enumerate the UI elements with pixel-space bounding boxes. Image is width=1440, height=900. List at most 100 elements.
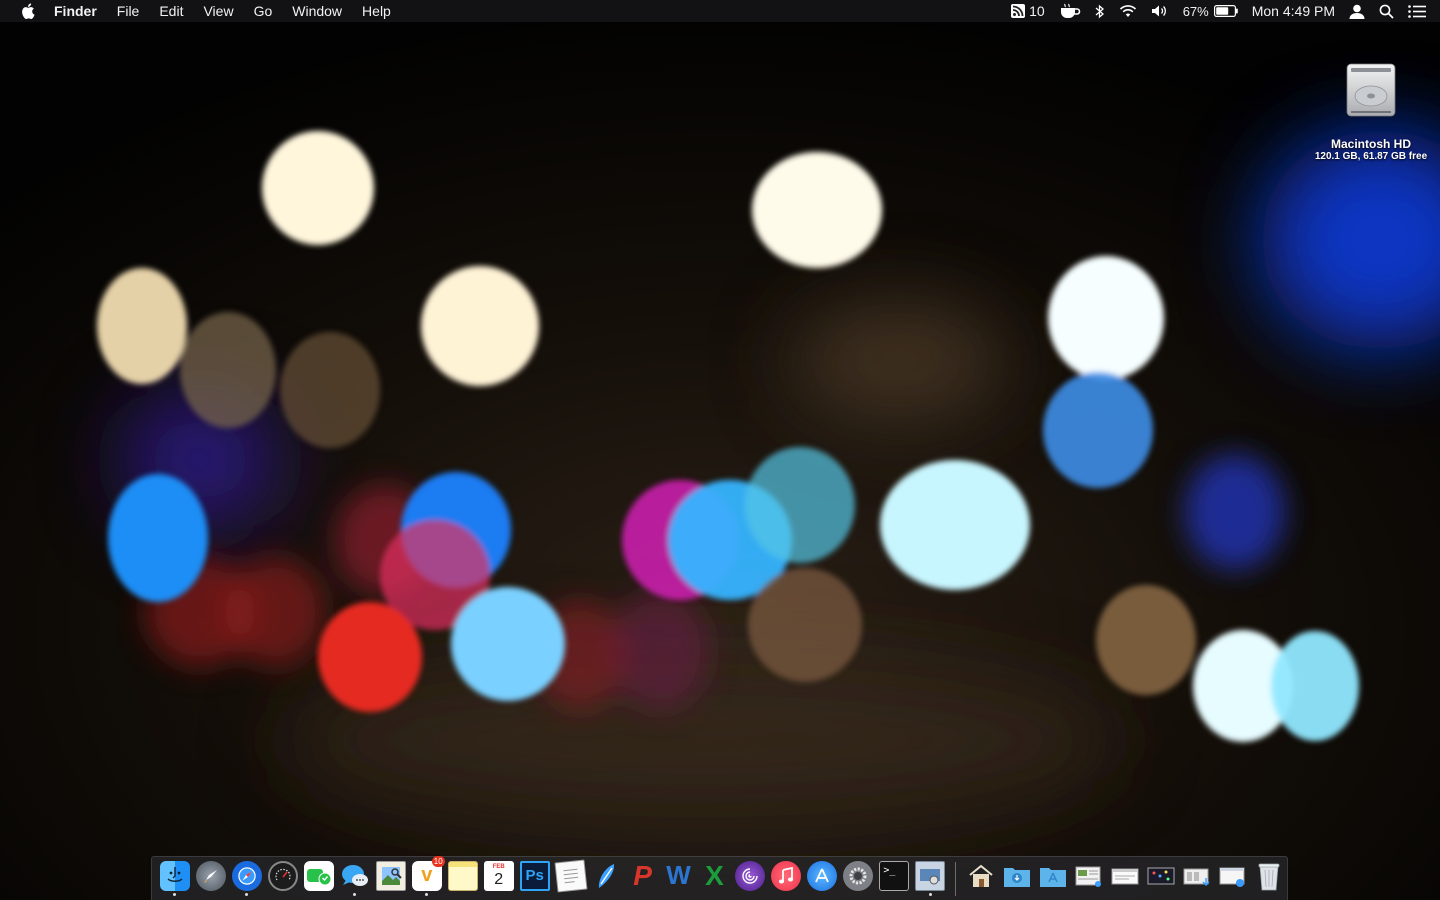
list-icon [1408,4,1426,18]
menu-app-name[interactable]: Finder [54,0,107,22]
dock-notes[interactable] [447,860,479,897]
dock-preview[interactable] [375,860,407,897]
menu-bar: Finder File Edit View Go Window Help 10 … [0,0,1440,22]
window-stack-icon [1110,861,1140,891]
music-icon [771,860,802,891]
bluetooth-status-item[interactable] [1088,0,1112,22]
dock-itunes[interactable] [770,860,802,897]
w-icon: W [666,860,691,890]
battery-icon [1213,5,1238,17]
dock-applications-folder[interactable] [1037,861,1069,897]
p-icon: P [633,859,652,891]
menu-window[interactable]: Window [282,0,352,22]
speaker-icon [1151,5,1166,17]
swirl-icon [735,860,766,891]
calendar-month: FEB [492,863,505,870]
wifi-status-item[interactable] [1112,0,1144,22]
dock-separator [955,861,957,896]
dock-launchpad[interactable] [195,860,227,897]
launchpad-icon [195,860,226,891]
dock-screenshot-app[interactable] [914,860,946,897]
menu-view[interactable]: View [193,0,243,22]
browser-stack-icon [1218,861,1248,891]
apple-icon[interactable] [20,3,36,19]
messages-icon [340,861,370,891]
wifi-icon [1119,5,1136,17]
preview-icon [375,860,406,891]
dock-stack-3[interactable] [1145,861,1177,897]
terminal-icon: >_ [879,860,910,891]
app-store-icon [807,860,838,891]
home-icon [966,861,996,891]
safari-icon [231,860,262,891]
trash-icon [1254,861,1284,891]
desktop-stack-icon [1146,861,1176,891]
dock-stack-4[interactable] [1181,861,1213,897]
running-indicator [928,892,932,896]
dock-textedit[interactable] [554,859,588,897]
dock-downloads-folder[interactable] [1001,861,1033,897]
finder-icon [159,860,190,891]
coffee-cup-icon [1060,3,1080,18]
screenshot-icon [915,860,946,891]
rss-count: 10 [1029,3,1045,19]
dock-activity-monitor[interactable] [267,860,299,897]
dock-terminal[interactable]: >_ [878,860,910,897]
dock-pen-app[interactable] [591,861,623,897]
notes-icon [447,860,478,891]
notification-center-item[interactable] [1401,0,1440,22]
facetime-icon [303,860,334,891]
running-indicator [425,892,429,896]
dock-stack-1[interactable] [1073,861,1105,897]
menu-go[interactable]: Go [244,0,283,22]
documents-stack-icon [1074,861,1104,891]
menu-file[interactable]: File [107,0,150,22]
spotlight-status-item[interactable] [1372,0,1401,22]
menu-help[interactable]: Help [352,0,401,22]
dock-vectorize[interactable]: v 10 [411,855,445,897]
calendar-icon: FEB 2 [483,860,514,891]
folder-applications-icon [1038,861,1068,891]
menu-edit[interactable]: Edit [149,0,193,22]
dock-home-folder[interactable] [965,861,997,897]
battery-status-item[interactable]: 67% [1176,0,1245,22]
dock-messages[interactable] [339,861,371,897]
battery-percent: 67% [1182,3,1209,19]
dock-trash[interactable] [1253,861,1285,897]
dock: v 10 FEB 2 Ps P W X >_ [151,855,1288,900]
running-indicator [245,892,249,896]
menu-clock[interactable]: Mon 4:49 PM [1245,0,1342,22]
dock-app-store[interactable] [806,860,838,897]
files-stack-icon [1182,861,1212,891]
dock-excel[interactable]: X [699,859,731,897]
macintosh-hd-desktop-icon[interactable]: Macintosh HD 120.1 GB, 61.87 GB free [1308,60,1434,162]
dock-facetime[interactable] [303,860,335,897]
dock-calendar[interactable]: FEB 2 [483,860,515,897]
desktop-wallpaper [0,0,1440,900]
dock-powerpoint[interactable]: P [627,859,659,897]
calendar-day: 2 [494,870,504,888]
coffee-status-item[interactable] [1052,0,1088,22]
volume-status-item[interactable] [1144,0,1176,22]
dock-safari[interactable] [231,860,263,897]
dock-system-preferences[interactable] [842,860,874,897]
dock-bittorrent[interactable] [735,860,767,897]
dock-stack-2[interactable] [1109,861,1141,897]
dock-word[interactable]: W [663,860,695,897]
pen-icon [592,861,622,891]
drive-name: Macintosh HD [1330,137,1411,151]
vectorize-badge: 10 [431,855,445,867]
bluetooth-icon [1095,4,1104,18]
folder-download-icon [1002,861,1032,891]
gauge-icon [267,860,298,891]
search-icon [1379,4,1394,19]
user-status-item[interactable] [1342,0,1372,22]
running-indicator [173,892,177,896]
rss-status-item[interactable]: 10 [1004,0,1052,22]
dock-photoshop[interactable]: Ps [519,860,551,897]
x-icon: X [705,859,724,891]
dock-finder[interactable] [159,860,191,897]
photoshop-icon: Ps [519,860,550,891]
running-indicator [353,892,357,896]
dock-stack-5[interactable] [1217,861,1249,897]
